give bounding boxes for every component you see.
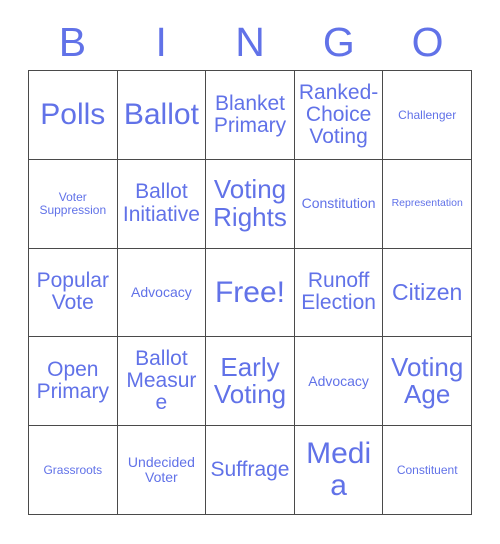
- bingo-cell-r3c2[interactable]: Advocacy: [117, 248, 207, 338]
- bingo-cell-label: Constitution: [301, 195, 376, 212]
- bingo-cell-label: Constituent: [396, 462, 458, 477]
- bingo-cell-r2c5[interactable]: Representation: [383, 159, 472, 249]
- bingo-cell-r2c2[interactable]: Ballot Initiative: [117, 159, 207, 249]
- bingo-cell-label: Voter Suppression: [39, 189, 107, 217]
- bingo-cell-label: Media: [306, 437, 372, 503]
- bingo-cell-label: Voting Age: [391, 351, 464, 410]
- bingo-cell-label: Grassroots: [43, 462, 103, 477]
- bingo-cell-r4c2[interactable]: Ballot Measure: [117, 337, 207, 427]
- bingo-cell-r4c3[interactable]: Early Voting: [206, 337, 295, 427]
- bingo-header-letter-i: I: [155, 18, 167, 65]
- bingo-cell-label: Advocacy: [308, 372, 369, 389]
- bingo-header-letter-b: B: [58, 18, 87, 65]
- bingo-header-letter-o: O: [411, 18, 444, 65]
- bingo-cell-r5c5[interactable]: Constituent: [383, 426, 472, 515]
- bingo-header-letter-n: N: [235, 18, 265, 65]
- bingo-cell-r3c3[interactable]: Free!: [206, 248, 295, 338]
- bingo-cell-label: Early Voting: [213, 351, 287, 410]
- bingo-cell-r4c1[interactable]: Open Primary: [29, 337, 118, 427]
- bingo-cell-r5c4[interactable]: Media: [294, 426, 384, 515]
- bingo-cell-label: Undecided Voter: [127, 454, 195, 486]
- bingo-cell-r4c5[interactable]: Voting Age: [383, 337, 472, 427]
- bingo-cell-label: Advocacy: [131, 284, 192, 301]
- bingo-cell-r2c1[interactable]: Voter Suppression: [29, 159, 118, 249]
- bingo-header-letter-g: G: [322, 18, 355, 65]
- bingo-cell-label: Blanket Primary: [213, 91, 287, 137]
- bingo-cell-r5c1[interactable]: Grassroots: [29, 426, 118, 515]
- bingo-cell-label: Citizen: [392, 279, 463, 306]
- bingo-cell-r2c4[interactable]: Constitution: [294, 159, 384, 249]
- bingo-cell-label: Ballot Measure: [126, 346, 197, 415]
- bingo-card: B I N G O Polls Ballot Blanket Primary Ranked-C…: [0, 0, 500, 544]
- bingo-cell-label: Ballot Initiative: [122, 180, 200, 226]
- bingo-cell-r1c3[interactable]: Blanket Primary: [206, 71, 295, 160]
- bingo-cell-label: Runoff Election: [301, 269, 376, 315]
- bingo-cell-label: Suffrage: [210, 457, 290, 481]
- bingo-cell-r2c3[interactable]: Voting Rights: [206, 159, 295, 249]
- bingo-grid: Polls Ballot Blanket Primary Ranked-Choice …: [28, 70, 472, 515]
- bingo-cell-r1c2[interactable]: Ballot: [117, 71, 207, 160]
- bingo-cell-r5c3[interactable]: Suffrage: [206, 426, 295, 515]
- bingo-cell-label: Ranked-Choice Voting: [298, 80, 379, 149]
- bingo-cell-label: Free!: [214, 275, 285, 309]
- bingo-cell-r1c4[interactable]: Ranked-Choice Voting: [294, 71, 384, 160]
- bingo-cell-r1c5[interactable]: Challenger: [383, 71, 472, 160]
- bingo-cell-r3c4[interactable]: Runoff Election: [294, 248, 384, 338]
- bingo-cell-label: Popular Vote: [36, 269, 109, 315]
- bingo-cell-label: Polls: [40, 98, 106, 131]
- bingo-cell-r3c5[interactable]: Citizen: [383, 248, 472, 338]
- bingo-cell-label: Challenger: [398, 107, 457, 122]
- bingo-cell-label: Representation: [391, 197, 463, 210]
- bingo-cell-label: Ballot: [123, 98, 199, 131]
- bingo-cell-label: Voting Rights: [213, 174, 287, 232]
- bingo-cell-label: Open Primary: [36, 358, 109, 404]
- bingo-cell-r1c1[interactable]: Polls: [29, 71, 118, 160]
- bingo-cell-r5c2[interactable]: Undecided Voter: [117, 426, 207, 515]
- bingo-cell-r4c4[interactable]: Advocacy: [294, 337, 384, 427]
- bingo-cell-r3c1[interactable]: Popular Vote: [29, 248, 118, 338]
- bingo-header: BINGO: [28, 14, 472, 70]
